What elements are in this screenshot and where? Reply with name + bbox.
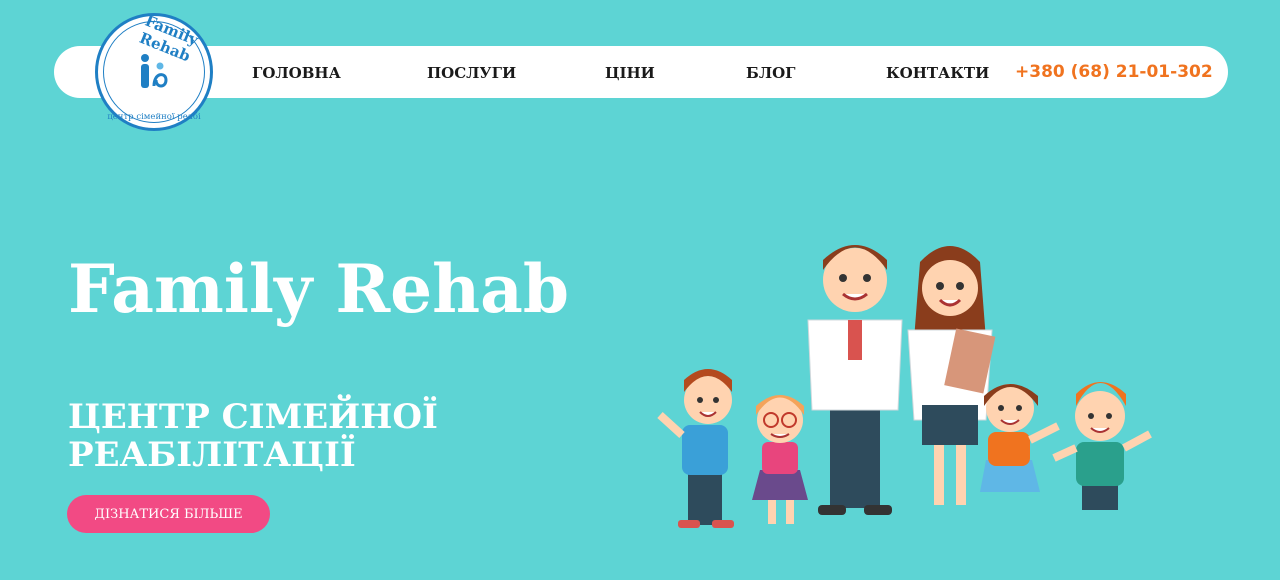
doctors-and-children-illustration: [657, 245, 1152, 528]
learn-more-button[interactable]: ДІЗНАТИСЯ БІЛЬШЕ: [67, 495, 270, 533]
male-doctor-figure: [807, 245, 903, 515]
nav-link-blog[interactable]: БЛОГ: [746, 64, 796, 82]
nav-link-services[interactable]: ПОСЛУГИ: [427, 64, 516, 82]
hero-title: Family Rehab: [68, 250, 570, 328]
child-boy-teal-figure: [1052, 382, 1152, 510]
child-boy-blue-figure: [657, 369, 734, 528]
logo[interactable]: Family Rehab центр сімейної реабі: [95, 12, 213, 131]
child-girl-orange-figure: [980, 384, 1060, 492]
female-doctor-figure: [907, 246, 996, 505]
family-emblem-icon: [141, 54, 168, 88]
logo-subtitle: центр сімейної реабі: [107, 112, 201, 122]
child-girl-pink-figure: [752, 395, 808, 524]
nav-link-contacts[interactable]: КОНТАКТИ: [886, 64, 989, 82]
nav-link-prices[interactable]: ЦІНИ: [605, 64, 655, 82]
phone-link[interactable]: +380 (68) 21-01-302: [1015, 62, 1213, 82]
nav-link-home[interactable]: ГОЛОВНА: [252, 64, 341, 82]
hero-subtitle: ЦЕНТР СІМЕЙНОЇ РЕАБІЛІТАЦІЇ: [68, 397, 438, 475]
